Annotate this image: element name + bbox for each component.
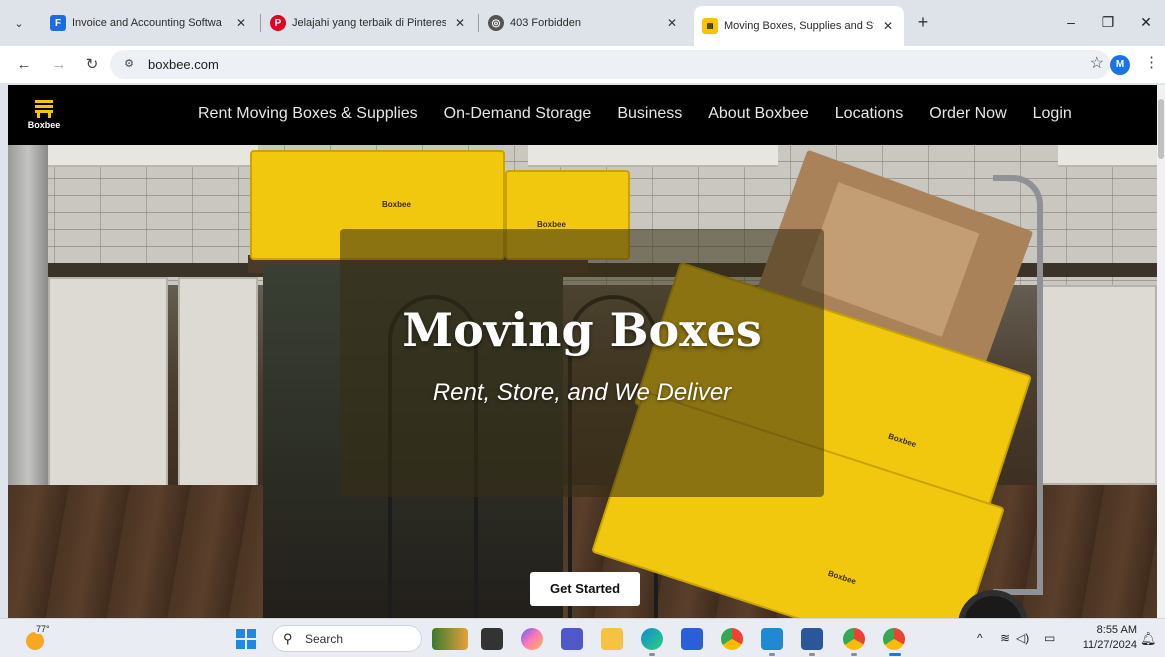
running-indicator: [809, 653, 815, 656]
tab-divider: [478, 14, 479, 32]
restore-button[interactable]: ❐: [1094, 10, 1122, 34]
task-view-icon[interactable]: [481, 628, 503, 650]
file-explorer-icon[interactable]: [601, 628, 623, 650]
edge-icon[interactable]: [641, 628, 663, 650]
widgets-icon[interactable]: [432, 628, 468, 650]
web-page: Boxbee Rent Moving Boxes & Supplies On-D…: [8, 85, 1157, 618]
chrome-profile-icon[interactable]: [843, 628, 865, 650]
main-nav: Rent Moving Boxes & Supplies On-Demand S…: [198, 105, 1098, 123]
tab-title: 403 Forbidden: [510, 17, 581, 29]
nav-order-now[interactable]: Order Now: [929, 105, 1006, 123]
close-window-button[interactable]: ✕: [1132, 10, 1160, 34]
tab-boxbee[interactable]: ▤ Moving Boxes, Supplies and Sto ✕: [694, 6, 904, 46]
site-info-icon[interactable]: ⚙: [120, 56, 138, 73]
store-icon[interactable]: [681, 628, 703, 650]
tab-strip: ⌄ F Invoice and Accounting Softwa ✕ P Je…: [0, 0, 1165, 46]
hero-title: Moving Boxes: [402, 303, 762, 357]
tab-divider: [260, 14, 261, 32]
search-icon: ⚲: [283, 631, 293, 646]
running-indicator: [649, 653, 655, 656]
address-bar[interactable]: ⚙ boxbee.com ☆: [110, 50, 1110, 79]
logo-wordmark: Boxbee: [27, 120, 61, 130]
new-tab-button[interactable]: +: [912, 12, 934, 34]
tab-invoice[interactable]: F Invoice and Accounting Softwa ✕: [42, 8, 257, 38]
boxbee-favicon-icon: ▤: [702, 18, 718, 34]
upper-cabinet: [528, 145, 778, 167]
nav-business[interactable]: Business: [617, 105, 682, 123]
pinterest-favicon-icon: P: [270, 15, 286, 31]
tab-pinterest[interactable]: P Jelajahi yang terbaik di Pinteres ✕: [262, 8, 476, 38]
more-menu-icon[interactable]: ⋮: [1144, 53, 1159, 71]
tab-search-menu-icon[interactable]: ⌄: [8, 12, 30, 34]
lower-cabinet: [48, 277, 168, 487]
weather-widget[interactable]: 77°: [22, 624, 52, 652]
upper-cabinet: [1058, 145, 1157, 167]
nav-locations[interactable]: Locations: [835, 105, 904, 123]
browser-toolbar: ← → ↻ ⚙ boxbee.com ☆ M ⋮: [0, 46, 1165, 83]
hero-text-panel: [340, 229, 824, 497]
battery-icon[interactable]: ▭: [1044, 631, 1055, 645]
system-clock[interactable]: 8:55 AM 11/27/2024: [1075, 623, 1137, 653]
tab-403-forbidden[interactable]: ◎ 403 Forbidden ✕: [480, 8, 688, 38]
minimize-button[interactable]: –: [1057, 10, 1085, 34]
lower-cabinet: [178, 277, 258, 487]
tab-close-icon[interactable]: ✕: [664, 16, 680, 30]
bookmark-star-icon[interactable]: ☆: [1090, 53, 1104, 73]
nav-about-boxbee[interactable]: About Boxbee: [708, 105, 809, 123]
get-started-button[interactable]: Get Started: [530, 572, 640, 606]
active-indicator: [889, 653, 901, 656]
running-indicator: [769, 653, 775, 656]
hero-subtitle: Rent, Store, and We Deliver: [432, 379, 732, 406]
tab-close-icon[interactable]: ✕: [452, 16, 468, 30]
tab-title: Jelajahi yang terbaik di Pinteres: [292, 17, 446, 29]
chrome-icon[interactable]: [721, 628, 743, 650]
tab-title: Invoice and Accounting Softwa: [72, 17, 222, 29]
tab-title: Moving Boxes, Supplies and Sto: [724, 20, 874, 32]
upper-cabinet: [48, 145, 258, 167]
crate-label: Boxbee: [382, 200, 411, 209]
crate-label: Boxbee: [826, 568, 858, 587]
site-header: Boxbee Rent Moving Boxes & Supplies On-D…: [8, 85, 1157, 145]
windows-taskbar: 77° ⚲ Search ^ ≋ ◁) ▭ 8:55 AM 11/27/2024…: [0, 618, 1165, 657]
weather-temperature: 77°: [34, 624, 52, 634]
boxbee-logo-icon: [35, 100, 53, 118]
back-arrow-icon[interactable]: ←: [12, 53, 36, 77]
teams-icon[interactable]: [561, 628, 583, 650]
nav-login[interactable]: Login: [1033, 105, 1072, 123]
wifi-icon[interactable]: ≋: [1000, 631, 1010, 645]
freshbooks-favicon-icon: F: [50, 15, 66, 31]
windows-start-icon[interactable]: [236, 629, 256, 649]
address-url[interactable]: boxbee.com: [148, 57, 219, 72]
vscode-icon[interactable]: [761, 628, 783, 650]
profile-avatar[interactable]: M: [1110, 55, 1130, 75]
scrollbar-thumb[interactable]: [1158, 99, 1164, 159]
globe-favicon-icon: ◎: [488, 15, 504, 31]
copilot-icon[interactable]: [521, 628, 543, 650]
page-scrollbar[interactable]: [1157, 85, 1165, 618]
boxbee-logo[interactable]: Boxbee: [26, 100, 62, 134]
weather-sun-icon: [26, 632, 44, 650]
clock-time: 8:55 AM: [1096, 624, 1137, 636]
nav-on-demand-storage[interactable]: On-Demand Storage: [444, 105, 592, 123]
nav-rent-moving-boxes[interactable]: Rent Moving Boxes & Supplies: [198, 105, 418, 123]
tab-close-icon[interactable]: ✕: [880, 19, 896, 33]
clock-date: 11/27/2024: [1082, 639, 1137, 651]
tab-close-icon[interactable]: ✕: [233, 16, 249, 30]
crate-label: Boxbee: [887, 431, 918, 450]
chrome-profile-icon[interactable]: [883, 628, 905, 650]
word-icon[interactable]: [801, 628, 823, 650]
crate-label: Boxbee: [537, 220, 566, 229]
running-indicator: [851, 653, 857, 656]
search-placeholder: Search: [305, 632, 344, 646]
taskbar-search[interactable]: ⚲ Search: [272, 625, 422, 652]
tray-overflow-icon[interactable]: ^: [977, 631, 983, 645]
lower-cabinet: [1038, 285, 1157, 485]
forward-arrow-icon[interactable]: →: [47, 53, 71, 77]
reload-icon[interactable]: ↻: [80, 53, 104, 77]
volume-icon[interactable]: ◁): [1016, 631, 1029, 645]
notification-bell-icon[interactable]: 🔔︎: [1140, 631, 1157, 647]
